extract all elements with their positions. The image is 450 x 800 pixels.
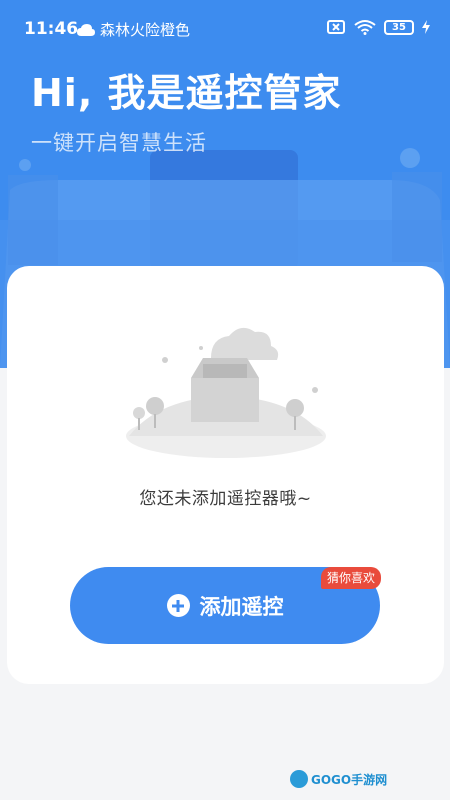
recommend-badge[interactable]: 猜你喜欢 [321,567,382,589]
site-watermark: GOGO手游网 [290,770,387,788]
add-remote-label: 添加遥控 [199,594,284,619]
wifi-icon [354,20,376,35]
weather-indicator: 森林火险橙色 [76,19,190,40]
status-icons: 35 [326,19,430,35]
watermark-logo-icon [290,770,308,788]
status-time: 11:46 [24,19,79,39]
page-subtitle: 一键开启智慧生活 [31,131,207,155]
cloud-icon [77,23,95,36]
weather-text: 森林火险橙色 [100,21,191,39]
sim-off-icon [327,20,345,34]
page-title: Hi, 我是遥控管家 [31,71,342,115]
battery-indicator: 35 [384,19,414,35]
status-bar: 11:46 森林火险橙色 35 [0,0,450,60]
charging-icon [422,20,430,34]
watermark-text: GOGO手游网 [311,772,388,787]
empty-state-message: 您还未添加遥控器哦~ [139,489,312,509]
plus-circle-icon [166,594,190,617]
empty-box-illustration [126,327,326,458]
